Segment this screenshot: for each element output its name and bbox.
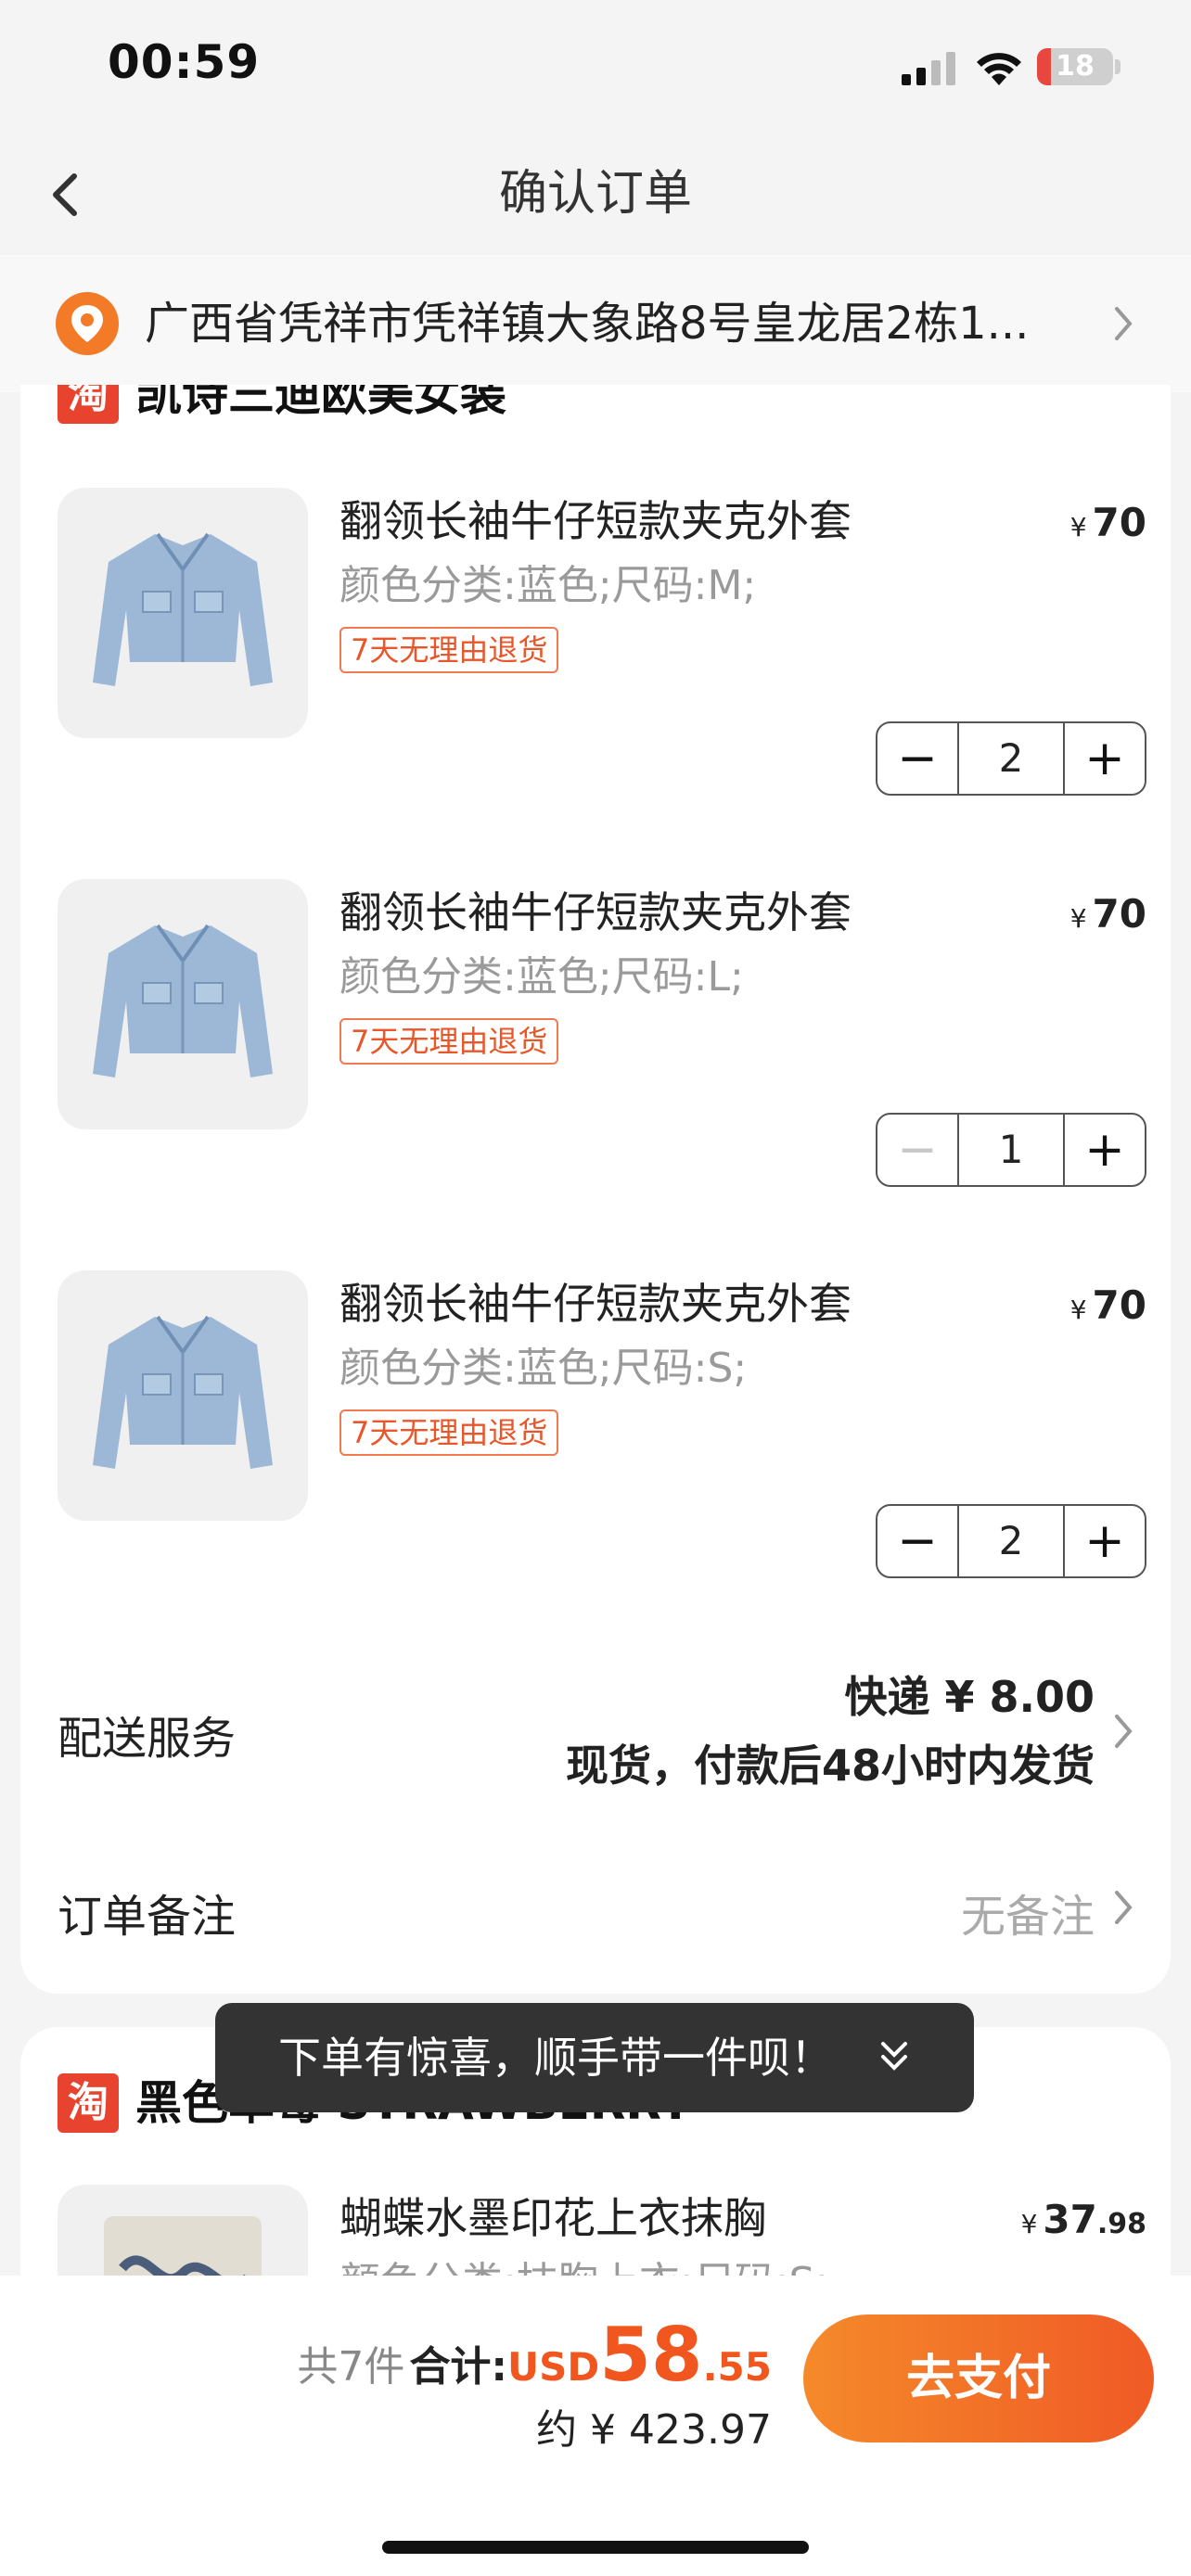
return-policy-tag: 7天无理由退货 — [339, 627, 559, 673]
item-spec: 颜色分类:蓝色;尺码:L; — [339, 953, 744, 1001]
product-image — [58, 1270, 308, 1521]
price-int: 37 — [1043, 2197, 1097, 2242]
return-policy-tag: 7天无理由退货 — [339, 1018, 559, 1065]
order-item[interactable]: 翻领长袖牛仔短款夹克外套 颜色分类:蓝色;尺码:L; 7天无理由退货 ¥70 −… — [58, 879, 1152, 1187]
nav-bar: 确认订单 — [0, 139, 1191, 255]
increase-button[interactable]: + — [1065, 1115, 1145, 1185]
shipping-eta: 现货，付款后48小时内发货 — [565, 1741, 1095, 1791]
total-label: 合计: — [409, 2343, 508, 2391]
item-count: 共7件 — [297, 2343, 405, 2391]
status-time: 00:59 — [108, 35, 261, 89]
shop-name: 凯诗三迪欧美女装 — [135, 385, 506, 421]
price-value: 70 — [1092, 500, 1146, 545]
total-currency: USD — [507, 2344, 600, 2390]
chevron-right-icon — [1115, 307, 1133, 340]
quantity-value[interactable]: 2 — [957, 723, 1065, 794]
pay-button[interactable]: 去支付 — [803, 2315, 1154, 2442]
item-spec: 颜色分类:蓝色;尺码:M; — [339, 562, 757, 609]
chevron-right-icon — [1115, 1891, 1133, 1924]
item-price: ¥37.98 — [1021, 2194, 1146, 2251]
item-title: 翻领长袖牛仔短款夹克外套 — [339, 496, 852, 546]
battery-cap — [1115, 59, 1121, 74]
currency-symbol: ¥ — [1069, 1294, 1087, 1325]
decrease-button[interactable]: − — [877, 1115, 957, 1185]
order-item[interactable]: 翻领长袖牛仔短款夹克外套 颜色分类:蓝色;尺码:S; 7天无理由退货 ¥70 −… — [58, 1270, 1152, 1578]
address-bar[interactable]: 广西省凭祥市凭祥镇大象路8号皇龙居2栋1... — [0, 255, 1191, 392]
item-title: 翻领长袖牛仔短款夹克外套 — [339, 887, 852, 937]
shipping-info: 快递 ¥ 8.00 现货，付款后48小时内发货 — [566, 1663, 1095, 1800]
shop-card-1: 淘 凯诗三迪欧美女装 翻领长袖牛仔短款夹克外套 颜色分类:蓝色;尺码:M; 7天… — [20, 385, 1171, 1994]
promo-toast[interactable]: 下单有惊喜，顺手带一件呗！ — [215, 2003, 974, 2112]
price-value: 70 — [1092, 1282, 1146, 1328]
signal-icon — [902, 52, 955, 85]
battery-level: 18 — [1056, 50, 1095, 83]
page-title: 确认订单 — [498, 166, 692, 222]
status-bar: 00:59 18 — [0, 0, 1191, 139]
toast-text: 下单有惊喜，顺手带一件呗！ — [278, 2033, 833, 2083]
quantity-value[interactable]: 2 — [957, 1506, 1065, 1576]
product-image — [58, 879, 308, 1129]
product-image — [58, 488, 308, 738]
currency-symbol: ¥ — [1020, 2209, 1038, 2239]
total-dec: .55 — [702, 2344, 772, 2390]
price-dec: .98 — [1096, 2208, 1146, 2240]
chevron-right-icon — [1115, 1715, 1133, 1748]
item-price: ¥70 — [1070, 1280, 1146, 1336]
double-chevron-down-icon — [881, 2042, 907, 2071]
home-indicator — [382, 2541, 809, 2554]
quantity-stepper: − 1 + — [876, 1113, 1146, 1187]
checkout-bar: 共7件 合计:USD58.55 约 ¥ 423.97 去支付 — [0, 2276, 1191, 2576]
address-text: 广西省凭祥市凭祥镇大象路8号皇龙居2栋1... — [145, 298, 1030, 350]
taobao-badge-icon: 淘 — [58, 385, 119, 424]
quantity-value[interactable]: 1 — [957, 1115, 1065, 1185]
decrease-button[interactable]: − — [877, 1506, 957, 1576]
quantity-stepper: − 2 + — [876, 1504, 1146, 1578]
increase-button[interactable]: + — [1065, 723, 1145, 794]
currency-symbol: ¥ — [1069, 512, 1087, 542]
quantity-stepper: − 2 + — [876, 721, 1146, 796]
item-price: ¥70 — [1070, 497, 1146, 554]
total-int: 58 — [599, 2312, 703, 2398]
battery-icon: 18 — [1037, 48, 1113, 85]
return-policy-tag: 7天无理由退货 — [339, 1409, 559, 1456]
total-approx-cny: 约 ¥ 423.97 — [536, 2406, 772, 2454]
order-note-value: 无备注 — [960, 1891, 1095, 1943]
location-pin-icon — [56, 292, 119, 355]
currency-symbol: ¥ — [1069, 903, 1087, 934]
order-note-label: 订单备注 — [58, 1891, 237, 1943]
order-item[interactable]: 翻领长袖牛仔短款夹克外套 颜色分类:蓝色;尺码:M; 7天无理由退货 ¥70 −… — [58, 488, 1152, 796]
item-price: ¥70 — [1070, 888, 1146, 945]
wifi-icon — [977, 53, 1021, 85]
increase-button[interactable]: + — [1065, 1506, 1145, 1576]
item-title: 翻领长袖牛仔短款夹克外套 — [339, 1279, 852, 1329]
shipping-fee: 快递 ¥ 8.00 — [844, 1672, 1095, 1722]
price-value: 70 — [1092, 891, 1146, 937]
taobao-badge-icon: 淘 — [58, 2073, 119, 2133]
item-title: 蝴蝶水墨印花上衣抹胸 — [339, 2193, 766, 2243]
decrease-button[interactable]: − — [877, 723, 957, 794]
item-spec: 颜色分类:蓝色;尺码:S; — [339, 1345, 748, 1392]
shipping-label: 配送服务 — [58, 1713, 237, 1765]
